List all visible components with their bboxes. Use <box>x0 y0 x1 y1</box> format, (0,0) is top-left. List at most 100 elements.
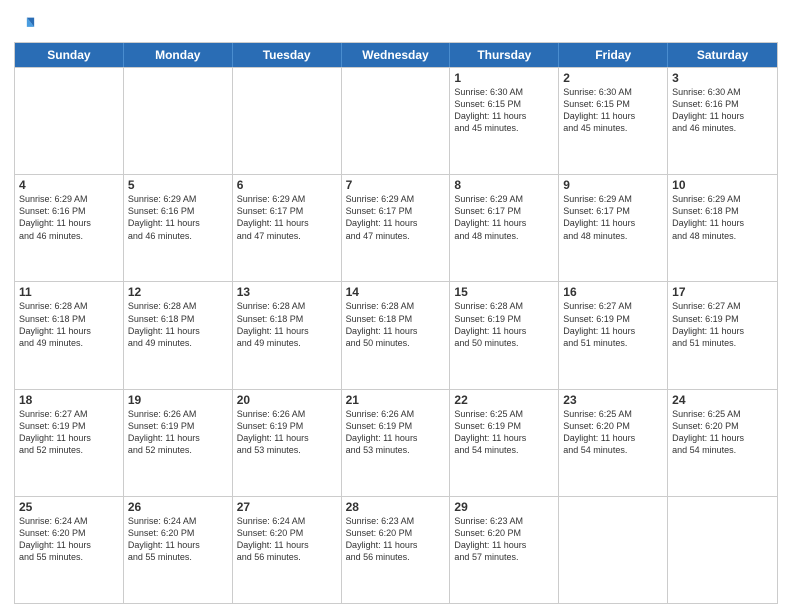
weekday-header-friday: Friday <box>559 43 668 67</box>
cell-sun-info: Sunrise: 6:24 AM Sunset: 6:20 PM Dayligh… <box>128 515 228 564</box>
calendar-cell: 19Sunrise: 6:26 AM Sunset: 6:19 PM Dayli… <box>124 390 233 496</box>
cell-sun-info: Sunrise: 6:24 AM Sunset: 6:20 PM Dayligh… <box>19 515 119 564</box>
cell-sun-info: Sunrise: 6:28 AM Sunset: 6:19 PM Dayligh… <box>454 300 554 349</box>
cell-date-number: 1 <box>454 71 554 85</box>
cell-sun-info: Sunrise: 6:28 AM Sunset: 6:18 PM Dayligh… <box>346 300 446 349</box>
cell-date-number: 29 <box>454 500 554 514</box>
calendar: SundayMondayTuesdayWednesdayThursdayFrid… <box>14 42 778 604</box>
calendar-cell: 11Sunrise: 6:28 AM Sunset: 6:18 PM Dayli… <box>15 282 124 388</box>
calendar-cell: 28Sunrise: 6:23 AM Sunset: 6:20 PM Dayli… <box>342 497 451 603</box>
cell-date-number: 16 <box>563 285 663 299</box>
cell-sun-info: Sunrise: 6:29 AM Sunset: 6:18 PM Dayligh… <box>672 193 773 242</box>
cell-date-number: 23 <box>563 393 663 407</box>
weekday-header-tuesday: Tuesday <box>233 43 342 67</box>
cell-date-number: 19 <box>128 393 228 407</box>
cell-sun-info: Sunrise: 6:25 AM Sunset: 6:19 PM Dayligh… <box>454 408 554 457</box>
calendar-cell: 12Sunrise: 6:28 AM Sunset: 6:18 PM Dayli… <box>124 282 233 388</box>
cell-sun-info: Sunrise: 6:28 AM Sunset: 6:18 PM Dayligh… <box>128 300 228 349</box>
cell-sun-info: Sunrise: 6:30 AM Sunset: 6:16 PM Dayligh… <box>672 86 773 135</box>
cell-sun-info: Sunrise: 6:29 AM Sunset: 6:16 PM Dayligh… <box>128 193 228 242</box>
calendar-cell: 4Sunrise: 6:29 AM Sunset: 6:16 PM Daylig… <box>15 175 124 281</box>
calendar-cell: 10Sunrise: 6:29 AM Sunset: 6:18 PM Dayli… <box>668 175 777 281</box>
cell-sun-info: Sunrise: 6:26 AM Sunset: 6:19 PM Dayligh… <box>237 408 337 457</box>
weekday-header-sunday: Sunday <box>15 43 124 67</box>
calendar-cell: 23Sunrise: 6:25 AM Sunset: 6:20 PM Dayli… <box>559 390 668 496</box>
cell-date-number: 13 <box>237 285 337 299</box>
cell-date-number: 12 <box>128 285 228 299</box>
cell-date-number: 26 <box>128 500 228 514</box>
cell-sun-info: Sunrise: 6:29 AM Sunset: 6:17 PM Dayligh… <box>454 193 554 242</box>
calendar-row-1: 1Sunrise: 6:30 AM Sunset: 6:15 PM Daylig… <box>15 67 777 174</box>
calendar-cell: 8Sunrise: 6:29 AM Sunset: 6:17 PM Daylig… <box>450 175 559 281</box>
cell-date-number: 7 <box>346 178 446 192</box>
calendar-row-5: 25Sunrise: 6:24 AM Sunset: 6:20 PM Dayli… <box>15 496 777 603</box>
cell-date-number: 15 <box>454 285 554 299</box>
cell-date-number: 25 <box>19 500 119 514</box>
cell-sun-info: Sunrise: 6:28 AM Sunset: 6:18 PM Dayligh… <box>237 300 337 349</box>
logo-icon <box>14 14 36 36</box>
weekday-header-wednesday: Wednesday <box>342 43 451 67</box>
cell-date-number: 5 <box>128 178 228 192</box>
calendar-cell: 3Sunrise: 6:30 AM Sunset: 6:16 PM Daylig… <box>668 68 777 174</box>
calendar-row-4: 18Sunrise: 6:27 AM Sunset: 6:19 PM Dayli… <box>15 389 777 496</box>
cell-sun-info: Sunrise: 6:30 AM Sunset: 6:15 PM Dayligh… <box>454 86 554 135</box>
calendar-cell: 15Sunrise: 6:28 AM Sunset: 6:19 PM Dayli… <box>450 282 559 388</box>
calendar-cell: 17Sunrise: 6:27 AM Sunset: 6:19 PM Dayli… <box>668 282 777 388</box>
calendar-cell: 6Sunrise: 6:29 AM Sunset: 6:17 PM Daylig… <box>233 175 342 281</box>
calendar-cell: 16Sunrise: 6:27 AM Sunset: 6:19 PM Dayli… <box>559 282 668 388</box>
cell-date-number: 22 <box>454 393 554 407</box>
weekday-header-thursday: Thursday <box>450 43 559 67</box>
cell-sun-info: Sunrise: 6:25 AM Sunset: 6:20 PM Dayligh… <box>563 408 663 457</box>
cell-sun-info: Sunrise: 6:25 AM Sunset: 6:20 PM Dayligh… <box>672 408 773 457</box>
cell-sun-info: Sunrise: 6:28 AM Sunset: 6:18 PM Dayligh… <box>19 300 119 349</box>
calendar-cell: 22Sunrise: 6:25 AM Sunset: 6:19 PM Dayli… <box>450 390 559 496</box>
cell-sun-info: Sunrise: 6:27 AM Sunset: 6:19 PM Dayligh… <box>19 408 119 457</box>
calendar-cell <box>233 68 342 174</box>
cell-date-number: 4 <box>19 178 119 192</box>
calendar-cell: 13Sunrise: 6:28 AM Sunset: 6:18 PM Dayli… <box>233 282 342 388</box>
cell-date-number: 9 <box>563 178 663 192</box>
cell-date-number: 21 <box>346 393 446 407</box>
calendar-cell <box>559 497 668 603</box>
calendar-cell: 7Sunrise: 6:29 AM Sunset: 6:17 PM Daylig… <box>342 175 451 281</box>
cell-date-number: 3 <box>672 71 773 85</box>
calendar-cell <box>124 68 233 174</box>
header <box>14 10 778 36</box>
cell-date-number: 28 <box>346 500 446 514</box>
calendar-cell: 21Sunrise: 6:26 AM Sunset: 6:19 PM Dayli… <box>342 390 451 496</box>
cell-sun-info: Sunrise: 6:24 AM Sunset: 6:20 PM Dayligh… <box>237 515 337 564</box>
cell-sun-info: Sunrise: 6:26 AM Sunset: 6:19 PM Dayligh… <box>346 408 446 457</box>
cell-sun-info: Sunrise: 6:29 AM Sunset: 6:16 PM Dayligh… <box>19 193 119 242</box>
cell-sun-info: Sunrise: 6:26 AM Sunset: 6:19 PM Dayligh… <box>128 408 228 457</box>
cell-date-number: 24 <box>672 393 773 407</box>
calendar-cell: 26Sunrise: 6:24 AM Sunset: 6:20 PM Dayli… <box>124 497 233 603</box>
cell-date-number: 2 <box>563 71 663 85</box>
calendar-cell <box>668 497 777 603</box>
calendar-row-2: 4Sunrise: 6:29 AM Sunset: 6:16 PM Daylig… <box>15 174 777 281</box>
calendar-body: 1Sunrise: 6:30 AM Sunset: 6:15 PM Daylig… <box>15 67 777 603</box>
cell-date-number: 6 <box>237 178 337 192</box>
cell-sun-info: Sunrise: 6:29 AM Sunset: 6:17 PM Dayligh… <box>346 193 446 242</box>
cell-sun-info: Sunrise: 6:23 AM Sunset: 6:20 PM Dayligh… <box>454 515 554 564</box>
cell-date-number: 8 <box>454 178 554 192</box>
cell-sun-info: Sunrise: 6:27 AM Sunset: 6:19 PM Dayligh… <box>672 300 773 349</box>
cell-date-number: 14 <box>346 285 446 299</box>
logo <box>14 14 38 36</box>
calendar-row-3: 11Sunrise: 6:28 AM Sunset: 6:18 PM Dayli… <box>15 281 777 388</box>
cell-sun-info: Sunrise: 6:29 AM Sunset: 6:17 PM Dayligh… <box>563 193 663 242</box>
cell-sun-info: Sunrise: 6:23 AM Sunset: 6:20 PM Dayligh… <box>346 515 446 564</box>
cell-sun-info: Sunrise: 6:27 AM Sunset: 6:19 PM Dayligh… <box>563 300 663 349</box>
calendar-cell: 14Sunrise: 6:28 AM Sunset: 6:18 PM Dayli… <box>342 282 451 388</box>
calendar-cell: 5Sunrise: 6:29 AM Sunset: 6:16 PM Daylig… <box>124 175 233 281</box>
calendar-cell: 1Sunrise: 6:30 AM Sunset: 6:15 PM Daylig… <box>450 68 559 174</box>
weekday-header-saturday: Saturday <box>668 43 777 67</box>
calendar-cell: 27Sunrise: 6:24 AM Sunset: 6:20 PM Dayli… <box>233 497 342 603</box>
calendar-cell: 2Sunrise: 6:30 AM Sunset: 6:15 PM Daylig… <box>559 68 668 174</box>
calendar-cell: 18Sunrise: 6:27 AM Sunset: 6:19 PM Dayli… <box>15 390 124 496</box>
calendar-cell: 25Sunrise: 6:24 AM Sunset: 6:20 PM Dayli… <box>15 497 124 603</box>
cell-date-number: 18 <box>19 393 119 407</box>
calendar-cell: 29Sunrise: 6:23 AM Sunset: 6:20 PM Dayli… <box>450 497 559 603</box>
calendar-cell: 24Sunrise: 6:25 AM Sunset: 6:20 PM Dayli… <box>668 390 777 496</box>
cell-date-number: 17 <box>672 285 773 299</box>
cell-sun-info: Sunrise: 6:30 AM Sunset: 6:15 PM Dayligh… <box>563 86 663 135</box>
